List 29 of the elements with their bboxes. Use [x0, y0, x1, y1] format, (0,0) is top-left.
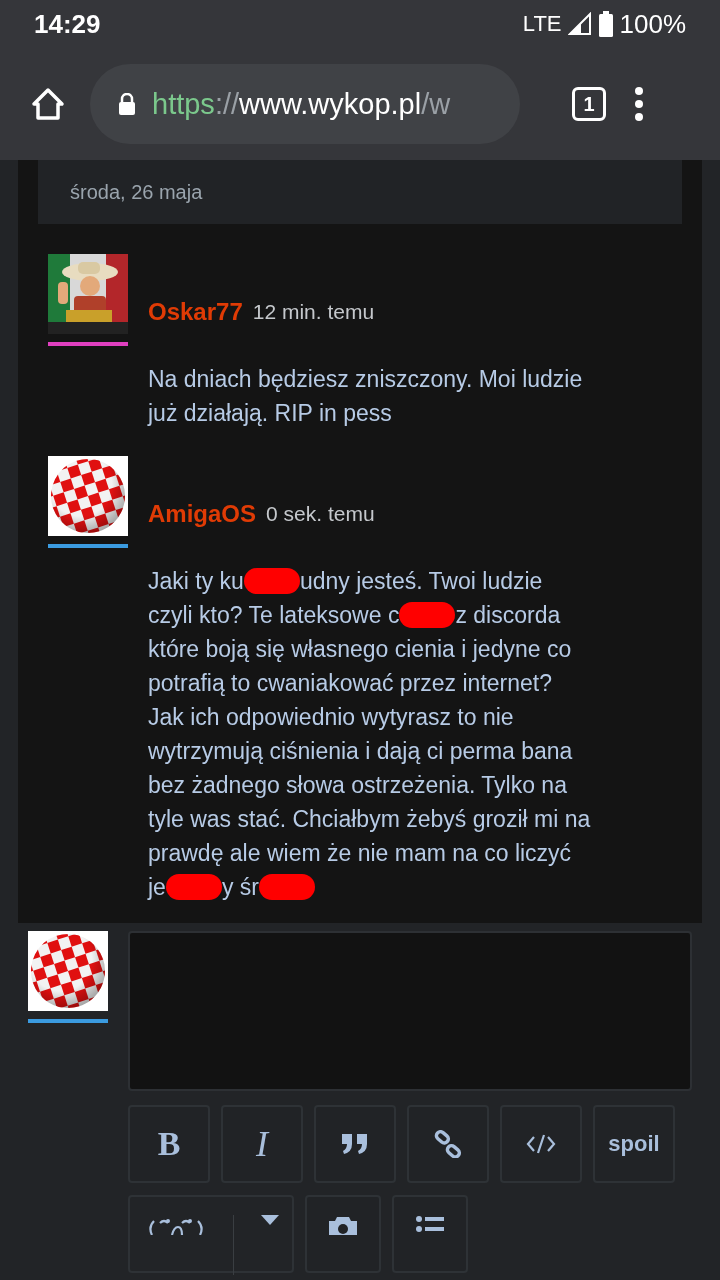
comment-text: udny jesteś. Twoi ludzie	[299, 567, 543, 596]
tab-count-button[interactable]: 1	[572, 87, 606, 121]
author-link[interactable]: AmigaOS	[148, 500, 257, 528]
comment-time: 12 min. temu	[252, 300, 375, 324]
comment-text: bez żadnego słowa ostrzeżenia. Tylko na	[148, 771, 567, 800]
comment-text: które boją się własnego cienia i jedyne co	[148, 635, 572, 664]
address-bar[interactable]: https://www.wykop.pl/w	[90, 64, 520, 144]
comment-time: 0 sek. temu	[266, 502, 375, 526]
comment-text: potrafią to cwaniakować przez internet?	[148, 669, 552, 698]
comment-text: je	[148, 873, 166, 902]
clock: 14:29	[34, 8, 101, 40]
comment-text: z discorda	[455, 601, 561, 630]
comment-text: czyli kto? Te lateksowe c	[148, 601, 400, 630]
comment-text: już działają. RIP in pess	[148, 399, 392, 428]
text-button[interactable]: spoil	[593, 1105, 675, 1183]
author-link[interactable]: Oskar77	[148, 298, 243, 326]
date-label: środa, 26 maja	[70, 180, 203, 204]
network-type: LTE	[522, 11, 562, 37]
italic-button[interactable]: I	[221, 1105, 303, 1183]
comment-text: Na dniach będziesz zniszczony. Moi ludzie	[148, 365, 583, 394]
comment-text: prawdę ale wiem że nie mam na co liczyć	[148, 839, 572, 868]
comment-text: Jak ich odpowiednio wytyrasz to nie	[148, 703, 514, 732]
url-text: https://www.wykop.pl/w	[152, 87, 451, 121]
battery-level: 100%	[619, 8, 686, 40]
comment-text: wytrzymują ciśnienia i dają ci perma bana	[148, 737, 573, 766]
comment-text: y śr	[221, 873, 259, 902]
comment-text: tyle was stać. Chciałbym żebyś groził mi na	[148, 805, 591, 834]
bold-button[interactable]: B	[128, 1105, 210, 1183]
comment-text: Jaki ty ku	[148, 567, 244, 596]
